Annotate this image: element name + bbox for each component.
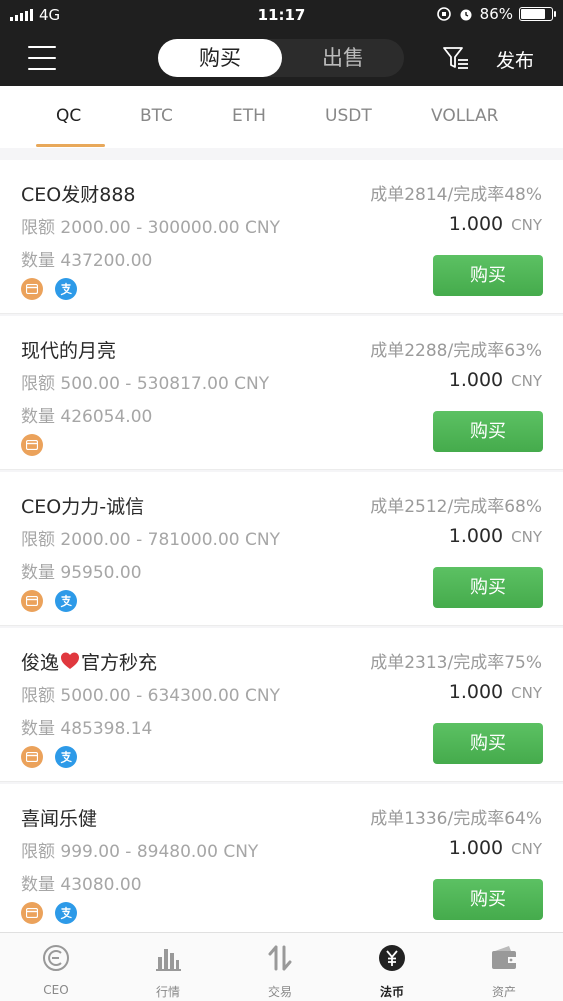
merchant-name-part: 俊逸 xyxy=(21,652,60,674)
buy-button[interactable]: 购买 xyxy=(433,255,543,296)
nav-label: 交易 xyxy=(267,985,292,999)
unit-price: 1.000 CNY xyxy=(449,369,542,391)
alipay-icon xyxy=(55,590,77,612)
nav-label: 行情 xyxy=(155,985,180,999)
buy-sell-toggle: 购买 出售 xyxy=(158,39,404,77)
filter-icon[interactable] xyxy=(441,43,471,73)
merchant-name: 现代的月亮 xyxy=(21,340,117,362)
listing-card: 喜闻乐健 成单1336/完成率64% 限额 999.00 - 89480.00 … xyxy=(0,784,563,938)
price-currency: CNY xyxy=(511,684,542,702)
ceo-logo-icon xyxy=(43,945,69,971)
buy-button[interactable]: 购买 xyxy=(433,567,543,608)
bank-card-icon xyxy=(21,434,43,456)
price-currency: CNY xyxy=(511,372,542,390)
alipay-icon xyxy=(55,278,77,300)
nav-label: CEO xyxy=(43,983,69,997)
merchant-name: CEO发财888 xyxy=(21,184,136,206)
tab-usdt[interactable]: USDT xyxy=(325,106,372,126)
nav-item-fiat[interactable]: 法币 xyxy=(336,933,448,1001)
sell-toggle-button[interactable]: 出售 xyxy=(282,39,404,77)
alipay-icon xyxy=(55,746,77,768)
wallet-icon xyxy=(492,946,516,969)
yuan-icon xyxy=(379,945,405,971)
unit-price: 1.000 CNY xyxy=(449,837,542,859)
orientation-lock-icon xyxy=(436,7,451,21)
merchant-name: 喜闻乐健 xyxy=(21,808,98,830)
price-currency: CNY xyxy=(511,528,542,546)
top-bar: 购买 出售 发布 xyxy=(0,30,563,86)
quantity: 数量 43080.00 xyxy=(21,875,142,895)
bank-card-icon xyxy=(21,590,43,612)
limit-range: 限额 999.00 - 89480.00 CNY xyxy=(21,842,259,862)
alipay-icon xyxy=(55,902,77,924)
active-tab-indicator xyxy=(36,144,105,147)
swap-icon xyxy=(268,945,292,971)
listing-card: 俊逸 官方秒充 成单2313/完成率75% 限额 5000.00 - 634300… xyxy=(0,628,563,782)
limit-range: 限额 2000.00 - 300000.00 CNY xyxy=(21,218,280,238)
tab-eth[interactable]: ETH xyxy=(232,106,266,126)
battery-icon xyxy=(519,7,556,21)
unit-price: 1.000 CNY xyxy=(449,213,542,235)
buy-toggle-button[interactable]: 购买 xyxy=(158,39,282,77)
merchant-stats: 成单2512/完成率68% xyxy=(370,497,542,517)
listing-card: CEO发财888 成单2814/完成率48% 限额 2000.00 - 3000… xyxy=(0,160,563,314)
listing-card: 现代的月亮 成单2288/完成率63% 限额 500.00 - 530817.0… xyxy=(0,316,563,470)
buy-button[interactable]: 购买 xyxy=(433,879,543,920)
listing-card: CEO力力-诚信 成单2512/完成率68% 限额 2000.00 - 7810… xyxy=(0,472,563,626)
nav-label: 资产 xyxy=(491,985,516,999)
quantity: 数量 426054.00 xyxy=(21,407,153,427)
merchant-stats: 成单2814/完成率48% xyxy=(370,185,542,205)
merchant-stats: 成单1336/完成率64% xyxy=(370,809,542,829)
heart-icon xyxy=(61,652,80,669)
payment-methods xyxy=(21,590,77,612)
payment-methods xyxy=(21,746,77,768)
price-currency: CNY xyxy=(511,840,542,858)
bottom-nav: CEO 行情 交易 法币 资产 xyxy=(0,932,563,1001)
price-value: 1.000 xyxy=(448,681,504,703)
nav-item-market[interactable]: 行情 xyxy=(112,933,224,1001)
merchant-stats: 成单2313/完成率75% xyxy=(370,653,542,673)
bank-card-icon xyxy=(21,746,43,768)
unit-price: 1.000 CNY xyxy=(449,681,542,703)
limit-range: 限额 500.00 - 530817.00 CNY xyxy=(21,374,270,394)
unit-price: 1.000 CNY xyxy=(449,525,542,547)
nav-item-assets[interactable]: 资产 xyxy=(448,933,560,1001)
bank-card-icon xyxy=(21,902,43,924)
payment-methods xyxy=(21,902,77,924)
quantity: 数量 485398.14 xyxy=(21,719,153,739)
bank-card-icon xyxy=(21,278,43,300)
merchant-name: CEO力力-诚信 xyxy=(21,496,145,518)
price-currency: CNY xyxy=(511,216,542,234)
tab-btc[interactable]: BTC xyxy=(140,106,173,126)
quantity: 数量 95950.00 xyxy=(21,563,142,583)
nav-label: 法币 xyxy=(379,985,404,999)
menu-icon[interactable] xyxy=(28,46,56,70)
payment-methods xyxy=(21,434,43,456)
price-value: 1.000 xyxy=(448,369,504,391)
nav-item-ceo[interactable]: CEO xyxy=(0,933,112,1001)
price-value: 1.000 xyxy=(448,525,504,547)
tab-qc[interactable]: QC xyxy=(56,106,81,126)
price-value: 1.000 xyxy=(448,213,504,235)
nav-item-trade[interactable]: 交易 xyxy=(224,933,336,1001)
buy-button[interactable]: 购买 xyxy=(433,411,543,452)
status-bar: 4G 11:17 86% xyxy=(0,0,563,30)
publish-button[interactable]: 发布 xyxy=(496,46,534,73)
quantity: 数量 437200.00 xyxy=(21,251,153,271)
bar-chart-icon xyxy=(156,949,181,971)
alarm-icon xyxy=(460,9,472,21)
buy-button[interactable]: 购买 xyxy=(433,723,543,764)
limit-range: 限额 5000.00 - 634300.00 CNY xyxy=(21,686,280,706)
battery-percent: 86% xyxy=(479,5,513,23)
tab-vollar[interactable]: VOLLAR xyxy=(431,106,499,126)
merchant-name: 俊逸 官方秒充 xyxy=(21,648,157,675)
payment-methods xyxy=(21,278,77,300)
merchant-name-part: 官方秒充 xyxy=(81,652,158,674)
coin-tabs: QC BTC ETH USDT VOLLAR xyxy=(0,86,563,148)
price-value: 1.000 xyxy=(448,837,504,859)
merchant-stats: 成单2288/完成率63% xyxy=(370,341,542,361)
limit-range: 限额 2000.00 - 781000.00 CNY xyxy=(21,530,280,550)
